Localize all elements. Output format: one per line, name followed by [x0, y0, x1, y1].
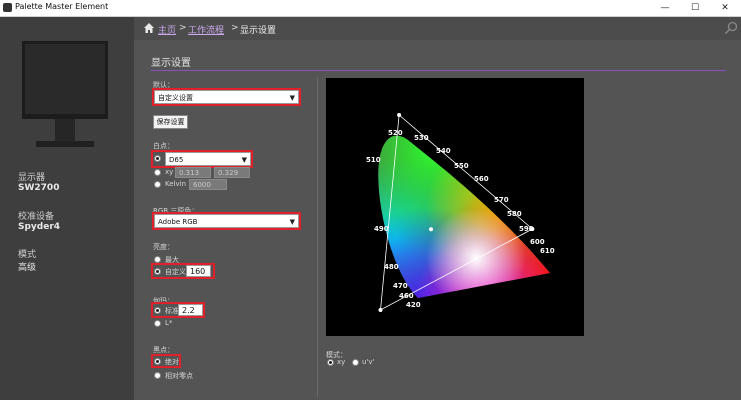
title-bar: Palette Master Element — ☐ ✕ [0, 0, 741, 17]
minimize-button[interactable]: — [650, 0, 680, 16]
wavelength-label: 510 [366, 156, 381, 164]
black-relative-radio[interactable] [154, 372, 161, 379]
breadcrumb-workflow[interactable]: 工作流程 [188, 23, 224, 36]
highlight-box [151, 302, 205, 318]
wavelength-label: 560 [474, 175, 489, 183]
device-value: Spyder4 [18, 222, 61, 232]
breadcrumb-current: 显示设置 [240, 26, 277, 36]
highlight-box [151, 354, 181, 368]
luminance-max-radio[interactable] [154, 256, 161, 263]
white-kelvin-input[interactable]: 6000 [189, 179, 227, 190]
white-xy-label: xy [165, 168, 174, 176]
wavelength-label: 600 [530, 238, 545, 246]
gamut-vertex [397, 113, 402, 117]
wavelength-label: 490 [374, 225, 389, 233]
section-title: 显示设置 [151, 58, 191, 69]
column-divider [317, 77, 318, 397]
breadcrumb: 主页 > 工作流程 > 显示设置 [134, 17, 741, 40]
gamma-lstar-label: L* [165, 319, 173, 327]
breadcrumb-sep: > [179, 23, 187, 33]
white-y-input[interactable]: 0.329 [214, 167, 250, 178]
display-value: SW2700 [18, 183, 60, 193]
white-point-marker [429, 227, 434, 232]
wavelength-label: 520 [388, 129, 403, 137]
highlight-box [152, 88, 301, 106]
chart-mode-uv-label: u'v' [362, 358, 375, 366]
chromaticity-svg: 420460 470 480 490 510 520 530 540550 560 570 580 5… [366, 113, 555, 312]
chart-mode-uv-radio[interactable] [352, 359, 359, 366]
search-icon[interactable] [724, 21, 738, 35]
mode-label: 模式 [18, 250, 37, 260]
app-icon [3, 3, 12, 12]
white-x-input[interactable]: 0.313 [175, 167, 211, 178]
left-panel: 显示器 SW2700 校准设备 Spyder4 模式 高级 [0, 17, 134, 400]
device-label: 校准设备 [18, 212, 55, 222]
wavelength-label: 530 [414, 134, 429, 142]
luminance-label: 亮度： [153, 243, 174, 251]
wavelength-label: 420 [406, 301, 421, 309]
close-button[interactable]: ✕ [710, 0, 740, 16]
chart-mode-xy-label: xy [337, 358, 346, 366]
window-title: Palette Master Element [15, 2, 109, 11]
save-settings-button[interactable]: 保存设置 [153, 115, 188, 129]
wavelength-label: 460 [399, 292, 414, 300]
wavelength-label: 580 [507, 210, 522, 218]
gamut-vertex [378, 308, 383, 312]
gamma-lstar-radio[interactable] [154, 320, 161, 327]
wavelength-label: 480 [384, 263, 399, 271]
wavelength-label: 540 [436, 147, 451, 155]
maximize-button[interactable]: ☐ [680, 0, 710, 16]
home-icon[interactable] [143, 22, 155, 34]
breadcrumb-sep: > [231, 23, 239, 33]
white-kelvin-radio[interactable] [154, 181, 161, 188]
black-relative-label: 相对零点 [165, 372, 193, 380]
chromaticity-chart: 420 460 470 480 490 510 520 530 540 550 560 570 580 5… [326, 78, 584, 336]
highlight-box [151, 150, 253, 168]
display-settings-panel: 显示设置 默认： 自定义设置 ▼ 保存设置 白点： D65 ▼ xy 0.313… [134, 40, 741, 400]
highlight-box [151, 263, 215, 279]
section-divider [151, 70, 726, 71]
wavelength-label: 550 [454, 162, 469, 170]
display-label: 显示器 [18, 173, 46, 183]
breadcrumb-home[interactable]: 主页 [158, 23, 176, 36]
wavelength-label: 570 [494, 196, 509, 204]
white-xy-radio[interactable] [154, 169, 161, 176]
chart-mode-xy-radio[interactable] [327, 359, 334, 366]
white-kelvin-label: Kelvin [165, 180, 187, 188]
wavelength-label: 470 [393, 282, 408, 290]
mode-value: 高级 [18, 263, 37, 273]
wavelength-label: 610 [540, 247, 555, 255]
wavelength-label: 590 [519, 225, 534, 233]
monitor-image [22, 41, 108, 147]
highlight-box [152, 212, 301, 230]
